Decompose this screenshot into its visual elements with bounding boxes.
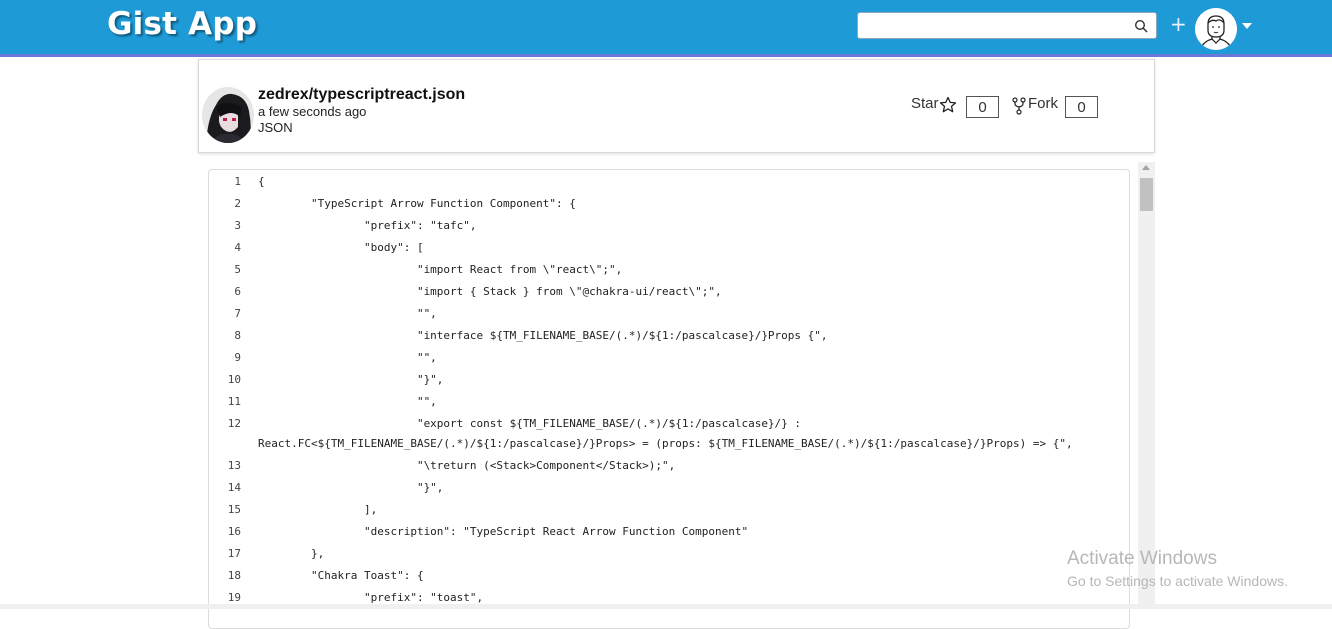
user-avatar-icon: [1195, 8, 1237, 50]
fork-button-label[interactable]: Fork: [1028, 95, 1058, 112]
code-text: ],: [258, 503, 378, 516]
code-line: 6 "import { Stack } from \"@chakra-ui/re…: [209, 282, 1129, 302]
line-number: 17: [227, 547, 241, 560]
gist-timestamp: a few seconds ago: [258, 104, 367, 119]
code-line: React.FC<${TM_FILENAME_BASE/(.*)/${1:/pa…: [209, 434, 1129, 454]
line-number: 7: [234, 307, 241, 320]
bottom-edge: [0, 604, 1332, 609]
gist-title-link[interactable]: zedrex/typescriptreact.json: [258, 86, 465, 104]
code-text: "TypeScript Arrow Function Component": {: [258, 197, 576, 210]
code-line: 12 "export const ${TM_FILENAME_BASE/(.*)…: [209, 414, 1129, 434]
code-text: "",: [258, 351, 437, 364]
code-text: "import { Stack } from \"@chakra-ui/reac…: [258, 285, 722, 298]
code-text: "interface ${TM_FILENAME_BASE/(.*)/${1:/…: [258, 329, 828, 342]
line-number: 16: [227, 525, 241, 538]
fork-count: 0: [1065, 96, 1098, 118]
line-number: 1: [234, 175, 241, 188]
code-text: "}",: [258, 481, 444, 494]
owner-avatar-image: [202, 87, 254, 143]
code-text: React.FC<${TM_FILENAME_BASE/(.*)/${1:/pa…: [258, 437, 1073, 450]
line-number: 8: [234, 329, 241, 342]
gist-language: JSON: [258, 120, 293, 135]
code-line: 18 "Chakra Toast": {: [209, 566, 1129, 586]
code-text: "}",: [258, 373, 444, 386]
star-count: 0: [966, 96, 999, 118]
code-text: "description": "TypeScript React Arrow F…: [258, 525, 749, 538]
line-number: 10: [227, 373, 241, 386]
new-gist-plus-icon[interactable]: +: [1170, 14, 1187, 34]
code-text: "body": [: [258, 241, 424, 254]
code-viewer[interactable]: 1{2 "TypeScript Arrow Function Component…: [208, 169, 1130, 629]
line-number: 4: [234, 241, 241, 254]
search-box[interactable]: [857, 12, 1157, 39]
line-number: 11: [227, 395, 241, 408]
owner-avatar[interactable]: [202, 87, 254, 143]
code-line: 3 "prefix": "tafc",: [209, 216, 1129, 236]
activate-windows-subtitle: Go to Settings to activate Windows.: [1067, 573, 1288, 589]
code-text: "\treturn (<Stack>Component</Stack>);",: [258, 459, 676, 472]
star-button-label[interactable]: Star: [911, 95, 939, 112]
code-line: 9 "",: [209, 348, 1129, 368]
code-line: 5 "import React from \"react\";",: [209, 260, 1129, 280]
gist-header-card: zedrex/typescriptreact.json a few second…: [198, 59, 1155, 153]
code-line: 7 "",: [209, 304, 1129, 324]
code-text: "prefix": "tafc",: [258, 219, 477, 232]
code-line: 14 "}",: [209, 478, 1129, 498]
code-line: 15 ],: [209, 500, 1129, 520]
user-avatar-button[interactable]: [1195, 8, 1237, 50]
app-logo[interactable]: Gist App: [107, 6, 257, 42]
code-line: 2 "TypeScript Arrow Function Component":…: [209, 194, 1129, 214]
line-number: 18: [227, 569, 241, 582]
code-text: "",: [258, 395, 437, 408]
activate-windows-title: Activate Windows: [1067, 548, 1217, 569]
code-text: },: [258, 547, 325, 560]
scroll-up-arrow-icon[interactable]: [1142, 165, 1150, 170]
line-number: 3: [234, 219, 241, 232]
code-text: "export const ${TM_FILENAME_BASE/(.*)/${…: [258, 417, 802, 430]
scrollbar-thumb[interactable]: [1140, 178, 1153, 211]
code-line: 4 "body": [: [209, 238, 1129, 258]
code-text: {: [258, 175, 265, 188]
code-text: "",: [258, 307, 437, 320]
fork-icon[interactable]: [1012, 97, 1026, 115]
code-line: 8 "interface ${TM_FILENAME_BASE/(.*)/${1…: [209, 326, 1129, 346]
code-text: "Chakra Toast": {: [258, 569, 424, 582]
chevron-down-icon[interactable]: [1242, 23, 1252, 29]
line-number: 2: [234, 197, 241, 210]
code-text: "import React from \"react\";",: [258, 263, 623, 276]
search-icon[interactable]: [1134, 19, 1148, 33]
code-line: 16 "description": "TypeScript React Arro…: [209, 522, 1129, 542]
code-scrollbar[interactable]: [1138, 162, 1155, 609]
line-number: 12: [227, 417, 241, 430]
top-navbar: Gist App +: [0, 0, 1332, 57]
search-input[interactable]: [858, 13, 1144, 38]
code-line: 1{: [209, 172, 1129, 192]
code-line: 11 "",: [209, 392, 1129, 412]
line-number: 14: [227, 481, 241, 494]
line-number: 13: [227, 459, 241, 472]
star-icon[interactable]: [939, 96, 957, 114]
line-number: 5: [234, 263, 241, 276]
line-number: 15: [227, 503, 241, 516]
line-number: 9: [234, 351, 241, 364]
code-line: 10 "}",: [209, 370, 1129, 390]
line-number: 6: [234, 285, 241, 298]
code-line: 17 },: [209, 544, 1129, 564]
code-line: 13 "\treturn (<Stack>Component</Stack>);…: [209, 456, 1129, 476]
